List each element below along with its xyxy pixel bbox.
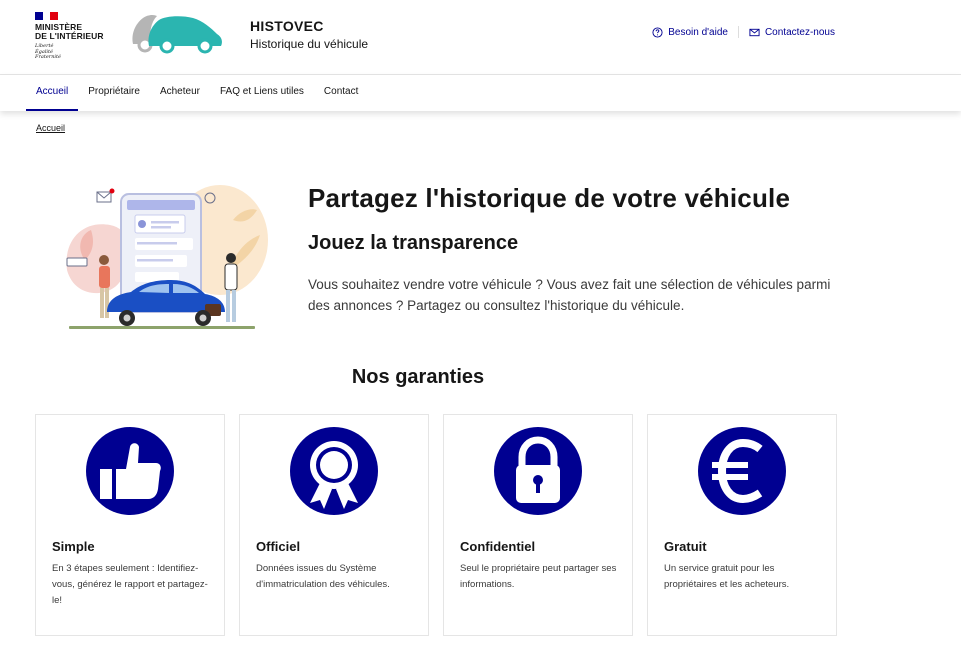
nav-item-contact[interactable]: Contact xyxy=(314,75,368,111)
french-flag-icon xyxy=(35,12,59,20)
car-sharing-illustration xyxy=(66,185,268,329)
guarantees-title: Nos garanties xyxy=(351,366,485,388)
card-description: Un service gratuit pour les propriétaire… xyxy=(664,563,790,590)
ministry-logo[interactable]: Ministère de l'Intérieur Liberté Égalité… xyxy=(35,12,115,61)
help-link-label: Besoin d'aide xyxy=(668,26,728,38)
guarantees-cards: Simple En 3 étapes seulement : Identifie… xyxy=(35,414,837,636)
header-tools: Besoin d'aide Contactez-nous xyxy=(652,26,835,38)
nav-item-proprietaire[interactable]: Propriétaire xyxy=(78,75,150,111)
card-title: Officiel xyxy=(256,539,301,554)
breadcrumb[interactable]: Accueil xyxy=(36,123,65,133)
service-title[interactable]: HISTOVEC xyxy=(250,18,324,34)
main-navigation: Accueil Propriétaire Acheteur FAQ et Lie… xyxy=(0,75,961,111)
award-ribbon-icon xyxy=(290,427,378,515)
site-header: Ministère de l'Intérieur Liberté Égalité… xyxy=(0,0,961,75)
ministry-name: Ministère de l'Intérieur xyxy=(35,22,104,41)
guarantee-card-gratuit: Gratuit Un service gratuit pour les prop… xyxy=(647,414,837,636)
nav-item-faq[interactable]: FAQ et Liens utiles xyxy=(210,75,314,111)
card-title: Gratuit xyxy=(664,539,707,554)
republic-motto: Liberté Égalité Fraternité xyxy=(35,43,61,60)
card-description: Seul le propriétaire peut partager ses i… xyxy=(460,563,617,590)
contact-link-label: Contactez-nous xyxy=(764,26,835,38)
euro-icon xyxy=(698,427,786,515)
guarantee-card-officiel: Officiel Données issues du Système d'imm… xyxy=(239,414,429,636)
help-circle-icon xyxy=(652,26,663,38)
card-description: En 3 étapes seulement : Identifiez-vous,… xyxy=(52,563,208,606)
card-title: Simple xyxy=(52,539,95,554)
tools-divider xyxy=(737,26,739,38)
thumbs-up-icon xyxy=(86,427,174,515)
histovec-car-logo-icon[interactable] xyxy=(127,12,227,56)
padlock-icon xyxy=(494,427,582,515)
nav-item-acheteur[interactable]: Acheteur xyxy=(150,75,210,111)
guarantee-card-simple: Simple En 3 étapes seulement : Identifie… xyxy=(35,414,225,636)
hero-description: Vous souhaitez vendre votre véhicule ? V… xyxy=(308,277,831,313)
card-description: Données issues du Système d'immatriculat… xyxy=(256,563,390,590)
contact-link[interactable]: Contactez-nous xyxy=(749,27,835,38)
guarantee-card-confidentiel: Confidentiel Seul le propriétaire peut p… xyxy=(443,414,633,636)
service-tagline: Historique du véhicule xyxy=(250,37,369,51)
mail-icon xyxy=(749,28,760,36)
hero-title: Partagez l'historique de votre véhicule xyxy=(308,183,791,213)
card-title: Confidentiel xyxy=(460,539,536,554)
hero-subtitle: Jouez la transparence xyxy=(308,232,519,254)
help-link[interactable]: Besoin d'aide xyxy=(652,27,728,38)
nav-item-accueil[interactable]: Accueil xyxy=(26,75,79,111)
